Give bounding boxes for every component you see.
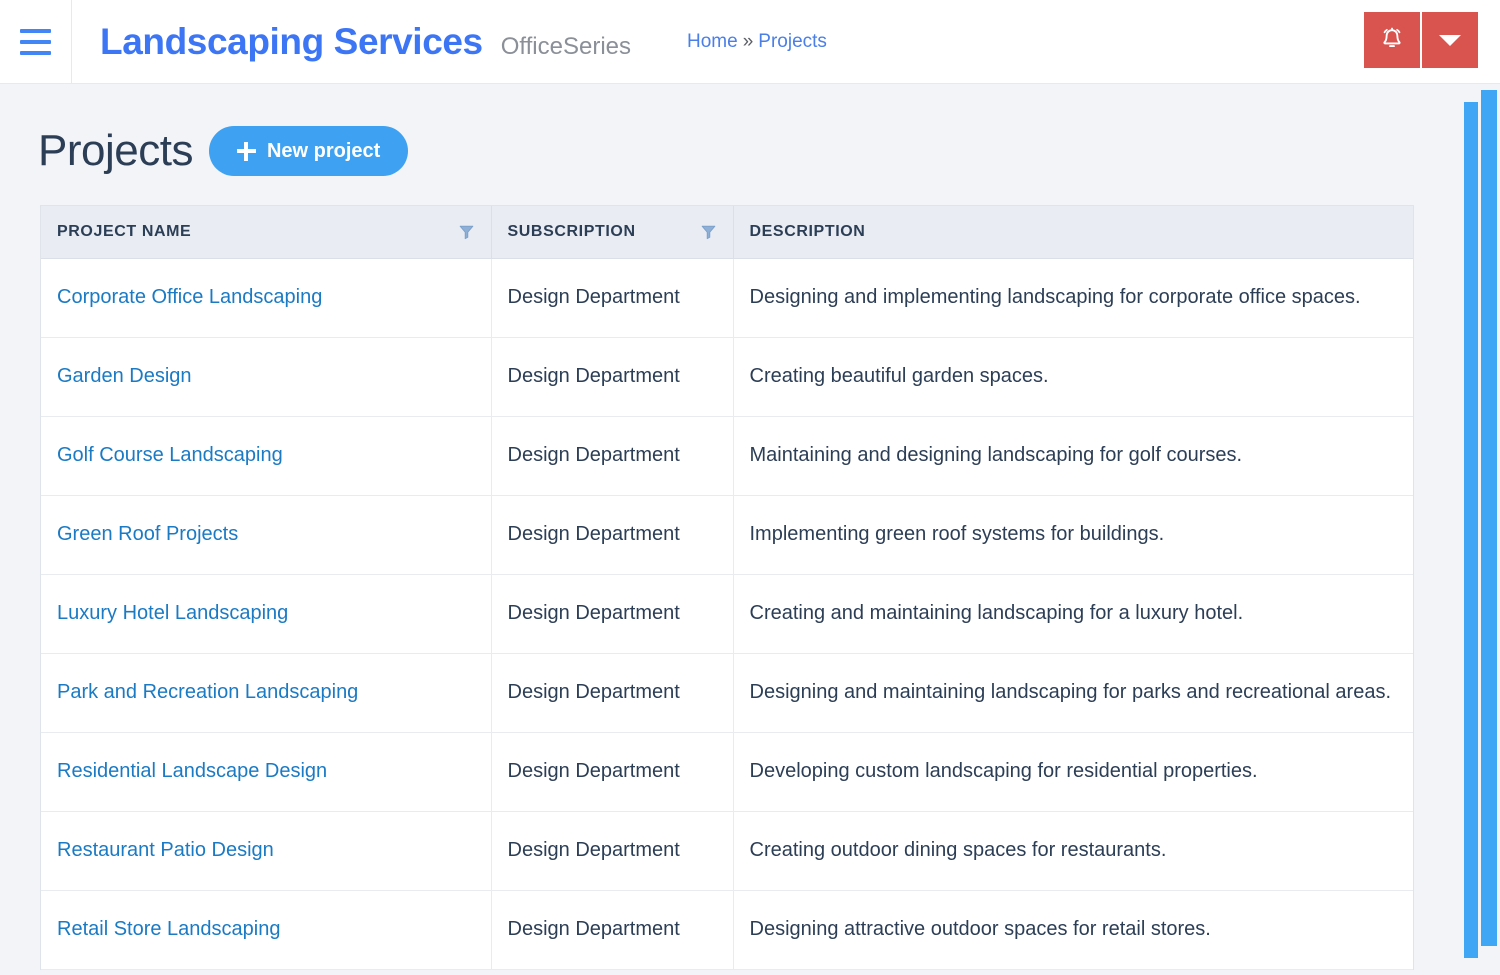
column-header-project-name[interactable]: PROJECT NAME (41, 206, 492, 259)
cell-subscription: Design Department (491, 495, 734, 575)
filter-icon-subscription[interactable] (700, 223, 717, 241)
inner-vertical-scrollbar[interactable] (1464, 84, 1478, 975)
project-link[interactable]: Green Roof Projects (57, 523, 238, 545)
cell-description: Implementing green roof systems for buil… (733, 495, 1413, 575)
cell-project-name: Restaurant Patio Design (41, 811, 492, 891)
new-project-button[interactable]: New project (208, 126, 409, 176)
cell-project-name: Residential Landscape Design (41, 732, 492, 812)
cell-project-name: Luxury Hotel Landscaping (41, 574, 492, 654)
projects-table: PROJECT NAME SUBSCRIPTION DESCRIPTION Co… (41, 206, 1413, 970)
cell-description: Creating beautiful garden spaces. (733, 337, 1413, 417)
table-body: Corporate Office Landscaping Design Depa… (41, 258, 1413, 970)
cell-project-name: Retail Store Landscaping (41, 890, 492, 970)
table-row[interactable]: Garden Design Design Department Creating… (41, 337, 1413, 417)
page-scrollbar-thumb[interactable] (1481, 90, 1497, 946)
cell-project-name: Golf Course Landscaping (41, 416, 492, 496)
hamburger-menu-icon[interactable] (0, 0, 72, 84)
breadcrumb-separator: » (742, 30, 754, 52)
table-row[interactable]: Residential Landscape Design Design Depa… (41, 732, 1413, 812)
column-label: PROJECT NAME (57, 222, 192, 240)
page-content: Projects New project PROJECT NAME SUBSCR… (0, 84, 1434, 975)
page-vertical-scrollbar[interactable] (1478, 84, 1500, 975)
project-link[interactable]: Retail Store Landscaping (57, 918, 280, 940)
top-header-bar: Landscaping Services OfficeSeries Home »… (0, 0, 1500, 84)
cell-subscription: Design Department (491, 732, 734, 812)
project-link[interactable]: Luxury Hotel Landscaping (57, 602, 288, 624)
column-header-subscription[interactable]: SUBSCRIPTION (491, 206, 734, 259)
notifications-button[interactable] (1364, 12, 1420, 68)
hamburger-bar (20, 50, 51, 55)
cell-project-name: Garden Design (41, 337, 492, 417)
cell-project-name: Park and Recreation Landscaping (41, 653, 492, 733)
cell-subscription: Design Department (491, 890, 734, 970)
cell-subscription: Design Department (491, 653, 734, 733)
filter-icon-project-name[interactable] (458, 223, 475, 241)
hamburger-bar (20, 39, 51, 44)
cell-description: Developing custom landscaping for reside… (733, 732, 1413, 812)
project-link[interactable]: Restaurant Patio Design (57, 839, 274, 861)
inner-scrollbar-thumb[interactable] (1464, 102, 1478, 958)
table-row[interactable]: Corporate Office Landscaping Design Depa… (41, 258, 1413, 338)
cell-subscription: Design Department (491, 574, 734, 654)
hamburger-bar (20, 28, 51, 33)
new-project-button-label: New project (266, 139, 381, 162)
table-row[interactable]: Restaurant Patio Design Design Departmen… (41, 811, 1413, 891)
cell-description: Designing and implementing landscaping f… (733, 258, 1413, 338)
table-row[interactable]: Retail Store Landscaping Design Departme… (41, 890, 1413, 970)
column-label: DESCRIPTION (749, 222, 866, 240)
project-link[interactable]: Garden Design (57, 365, 192, 387)
table-header-row: PROJECT NAME SUBSCRIPTION DESCRIPTION (41, 206, 1413, 259)
brand-subtitle: OfficeSeries (500, 32, 632, 60)
cell-project-name: Corporate Office Landscaping (41, 258, 492, 338)
cell-subscription: Design Department (491, 811, 734, 891)
cell-description: Creating and maintaining landscaping for… (733, 574, 1413, 654)
column-label: SUBSCRIPTION (507, 222, 636, 240)
table-row[interactable]: Park and Recreation Landscaping Design D… (41, 653, 1413, 733)
bell-icon (1383, 27, 1401, 47)
breadcrumb-link-projects[interactable]: Projects (758, 31, 827, 53)
table-header: PROJECT NAME SUBSCRIPTION DESCRIPTION (41, 206, 1413, 259)
project-link[interactable]: Corporate Office Landscaping (57, 286, 322, 308)
table-row[interactable]: Green Roof Projects Design Department Im… (41, 495, 1413, 575)
cell-subscription: Design Department (491, 258, 734, 338)
breadcrumb-link-home[interactable]: Home (687, 31, 738, 53)
cell-description: Creating outdoor dining spaces for resta… (733, 811, 1413, 891)
brand-title: Landscaping Services (100, 20, 483, 62)
caret-down-icon (1439, 34, 1461, 46)
cell-description: Designing and maintaining landscaping fo… (733, 653, 1413, 733)
column-header-description[interactable]: DESCRIPTION (733, 206, 1413, 259)
cell-description: Maintaining and designing landscaping fo… (733, 416, 1413, 496)
page-header: Projects New project (0, 84, 1434, 176)
project-link[interactable]: Residential Landscape Design (57, 760, 327, 782)
cell-project-name: Green Roof Projects (41, 495, 492, 575)
header-dropdown-button[interactable] (1422, 12, 1478, 68)
table-row[interactable]: Golf Course Landscaping Design Departmen… (41, 416, 1413, 496)
projects-table-container: PROJECT NAME SUBSCRIPTION DESCRIPTION Co… (40, 205, 1414, 970)
project-link[interactable]: Park and Recreation Landscaping (57, 681, 358, 703)
page-title: Projects (38, 126, 193, 175)
breadcrumb: Home » Projects (687, 31, 827, 53)
cell-subscription: Design Department (491, 337, 734, 417)
brand: Landscaping Services OfficeSeries (100, 21, 631, 63)
cell-subscription: Design Department (491, 416, 734, 496)
project-link[interactable]: Golf Course Landscaping (57, 444, 283, 466)
header-actions (1364, 12, 1478, 68)
table-row[interactable]: Luxury Hotel Landscaping Design Departme… (41, 574, 1413, 654)
plus-icon (236, 141, 256, 161)
cell-description: Designing attractive outdoor spaces for … (733, 890, 1413, 970)
